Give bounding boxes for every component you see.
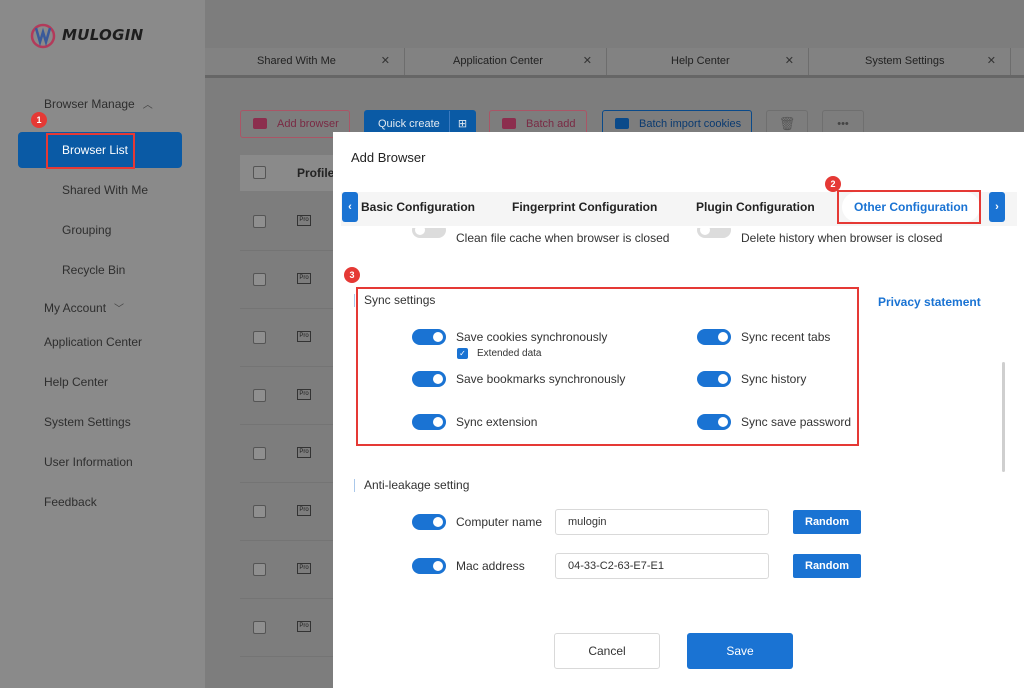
page-tabs-bar: Shared With Me ✕ Application Center ✕ He… (205, 48, 1024, 78)
chevron-down-icon: ﹀ (114, 304, 125, 315)
sidebar-item-label: Help Center (44, 375, 109, 389)
quick-create-label: Quick create (378, 118, 440, 130)
mac-address-label: Mac address (456, 559, 525, 573)
tab-label: System Settings (865, 55, 945, 67)
trash-icon: 🗑 (778, 116, 796, 131)
row-checkbox[interactable] (253, 447, 266, 460)
add-browser-label: Add browser (277, 118, 339, 130)
sidebar-item-application-center[interactable]: Application Center (0, 324, 205, 360)
select-all-checkbox[interactable] (253, 166, 266, 179)
cancel-button[interactable]: Cancel (554, 633, 660, 669)
computer-name-toggle[interactable] (412, 514, 446, 530)
logo: MULOGIN (28, 20, 143, 50)
batch-import-cookies-label: Batch import cookies (639, 118, 742, 130)
sidebar-item-shared-with-me[interactable]: Shared With Me (0, 172, 205, 208)
row-checkbox[interactable] (253, 389, 266, 402)
sidebar-item-label: Shared With Me (62, 183, 149, 197)
row-checkbox[interactable] (253, 621, 266, 634)
tabs-scroll-left-button[interactable]: ‹ (342, 192, 358, 222)
clean-cache-toggle[interactable] (412, 228, 446, 238)
dialog-title: Add Browser (351, 150, 426, 165)
logo-text: MULOGIN (62, 26, 144, 44)
sidebar-item-grouping[interactable]: Grouping (0, 212, 205, 248)
close-icon[interactable]: ✕ (583, 48, 592, 75)
row-checkbox[interactable] (253, 563, 266, 576)
pro-badge: Pro (297, 331, 311, 342)
tab-system-settings[interactable]: System Settings ✕ (811, 48, 1011, 75)
sidebar-item-recycle-bin[interactable]: Recycle Bin (0, 252, 205, 288)
close-icon[interactable]: ✕ (987, 48, 996, 75)
chevron-right-icon: › (995, 201, 999, 213)
tab-basic-configuration[interactable]: Basic Configuration (361, 192, 475, 222)
mac-address-input[interactable]: 04-33-C2-63-E7-E1 (555, 553, 769, 579)
column-header-profile: Profile (297, 166, 335, 180)
row-checkbox[interactable] (253, 331, 266, 344)
partial-options-row: Clean file cache when browser is closed … (333, 228, 1024, 244)
dialog-scrollbar[interactable] (1002, 362, 1005, 472)
annotation-box-sync-settings (356, 287, 859, 446)
clean-cache-label: Clean file cache when browser is closed (456, 231, 670, 244)
tab-application-center[interactable]: Application Center ✕ (407, 48, 607, 75)
tab-help-center[interactable]: Help Center ✕ (609, 48, 809, 75)
pro-badge: Pro (297, 273, 311, 284)
tabs-scroll-right-button[interactable]: › (989, 192, 1005, 222)
tab-label: Application Center (453, 55, 543, 67)
tab-plugin-configuration[interactable]: Plugin Configuration (696, 192, 815, 222)
mac-address-random-button[interactable]: Random (793, 554, 861, 578)
anti-leakage-title: Anti-leakage setting (353, 478, 470, 492)
chevron-up-icon: ︿ (142, 100, 153, 111)
row-checkbox[interactable] (253, 505, 266, 518)
computer-name-random-button[interactable]: Random (793, 510, 861, 534)
close-icon[interactable]: ✕ (381, 48, 390, 75)
annotation-marker-2: 2 (825, 176, 841, 192)
pro-badge: Pro (297, 621, 311, 632)
sidebar-item-label: My Account (44, 301, 107, 315)
row-checkbox[interactable] (253, 273, 266, 286)
chevron-left-icon: ‹ (348, 201, 352, 213)
mulogin-logo-icon (30, 23, 56, 49)
sidebar-item-system-settings[interactable]: System Settings (0, 404, 205, 440)
sidebar-item-label: Feedback (44, 495, 97, 509)
sidebar-item-label: User Information (44, 455, 133, 469)
annotation-marker-1: 1 (31, 112, 47, 128)
delete-history-toggle[interactable] (697, 228, 731, 238)
browser-icon (253, 118, 267, 129)
computer-name-label: Computer name (456, 515, 543, 529)
sidebar-item-label: System Settings (44, 415, 131, 429)
annotation-box-browser-list (46, 133, 135, 169)
pro-badge: Pro (297, 215, 311, 226)
pro-badge: Pro (297, 563, 311, 574)
batch-add-label: Batch add (526, 118, 576, 130)
pro-badge: Pro (297, 447, 311, 458)
save-button[interactable]: Save (687, 633, 793, 669)
annotation-marker-3: 3 (344, 267, 360, 283)
tab-fingerprint-configuration[interactable]: Fingerprint Configuration (512, 192, 657, 222)
sidebar-item-feedback[interactable]: Feedback (0, 484, 205, 520)
mac-address-toggle[interactable] (412, 558, 446, 574)
sidebar-item-help-center[interactable]: Help Center (0, 364, 205, 400)
pro-badge: Pro (297, 505, 311, 516)
sidebar-item-label: Recycle Bin (62, 263, 126, 277)
close-icon[interactable]: ✕ (785, 48, 794, 75)
pro-badge: Pro (297, 389, 311, 400)
sidebar-item-label: Browser Manage (44, 97, 135, 111)
annotation-box-other-configuration (837, 190, 981, 224)
row-checkbox[interactable] (253, 215, 266, 228)
more-icon: ••• (837, 118, 849, 130)
sidebar-item-my-account[interactable]: My Account ﹀ (0, 290, 205, 326)
sidebar-item-label: Grouping (62, 223, 112, 237)
tab-label: Help Center (671, 55, 730, 67)
batch-icon (502, 118, 516, 129)
delete-history-label: Delete history when browser is closed (741, 231, 943, 244)
tab-label: Shared With Me (257, 55, 336, 67)
privacy-statement-link[interactable]: Privacy statement (878, 295, 981, 309)
computer-name-input[interactable]: mulogin (555, 509, 769, 535)
import-icon (615, 118, 629, 129)
sidebar-item-label: Application Center (44, 335, 143, 349)
tab-shared-with-me[interactable]: Shared With Me ✕ (205, 48, 405, 75)
sidebar-item-user-information[interactable]: User Information (0, 444, 205, 480)
